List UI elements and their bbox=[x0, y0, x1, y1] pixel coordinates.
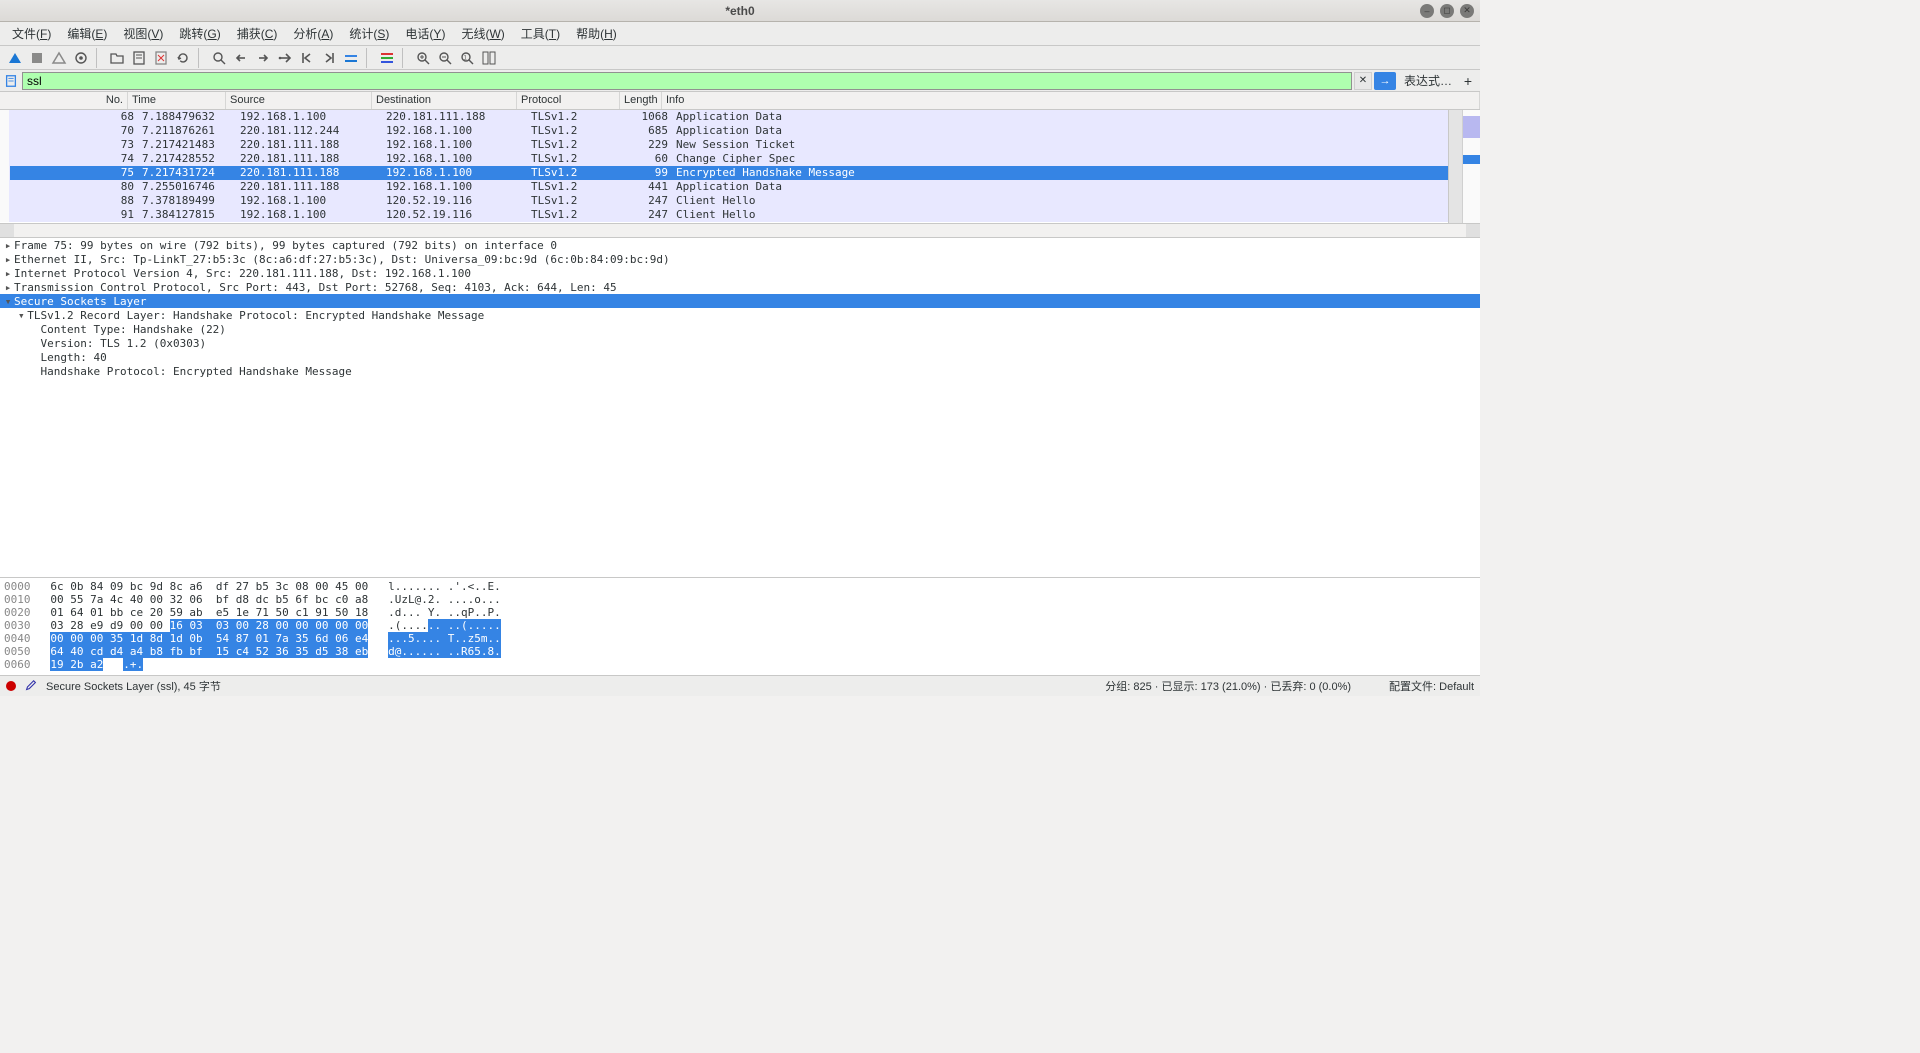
bytes-row[interactable]: 0010 00 55 7a 4c 40 00 32 06 bf d8 dc b5… bbox=[4, 593, 1476, 606]
status-profile[interactable]: 配置文件: Default bbox=[1389, 678, 1474, 694]
bytes-row[interactable]: 0060 19 2b a2 .+. bbox=[4, 658, 1476, 671]
clear-filter-button[interactable]: ✕ bbox=[1354, 72, 1372, 90]
menu-item[interactable]: 跳转(G) bbox=[171, 22, 228, 45]
restart-capture-button[interactable] bbox=[48, 48, 70, 68]
detail-tree-row[interactable]: Version: TLS 1.2 (0x0303) bbox=[0, 336, 1480, 350]
menu-item[interactable]: 工具(T) bbox=[513, 22, 568, 45]
menu-item[interactable]: 无线(W) bbox=[453, 22, 512, 45]
column-header[interactable]: Protocol bbox=[517, 92, 620, 109]
bytes-row[interactable]: 0030 03 28 e9 d9 00 00 16 03 03 00 28 00… bbox=[4, 619, 1476, 632]
open-file-button[interactable] bbox=[106, 48, 128, 68]
maximize-button[interactable]: ◻ bbox=[1440, 4, 1454, 18]
go-last-button[interactable] bbox=[318, 48, 340, 68]
display-filter-input[interactable] bbox=[22, 72, 1352, 90]
packet-list-vscroll[interactable] bbox=[1448, 110, 1480, 223]
packet-bytes-pane[interactable]: 0000 6c 0b 84 09 bc 9d 8c a6 df 27 b5 3c… bbox=[0, 578, 1480, 676]
status-field-info: Secure Sockets Layer (ssl), 45 字节 bbox=[46, 678, 221, 694]
main-toolbar: 1 bbox=[0, 46, 1480, 70]
menu-item[interactable]: 电话(Y) bbox=[397, 22, 453, 45]
packet-list-hscroll[interactable] bbox=[0, 223, 1480, 237]
status-bar: Secure Sockets Layer (ssl), 45 字节 分组: 82… bbox=[0, 676, 1480, 696]
go-to-packet-button[interactable] bbox=[274, 48, 296, 68]
reload-button[interactable] bbox=[172, 48, 194, 68]
resize-columns-button[interactable] bbox=[478, 48, 500, 68]
column-header[interactable]: Destination bbox=[372, 92, 517, 109]
auto-scroll-button[interactable] bbox=[340, 48, 362, 68]
menu-item[interactable]: 捕获(C) bbox=[229, 22, 286, 45]
packet-row[interactable]: 707.211876261220.181.112.244192.168.1.10… bbox=[0, 124, 1480, 138]
detail-tree-row[interactable]: Content Type: Handshake (22) bbox=[0, 322, 1480, 336]
filter-bar: ✕ → 表达式… + bbox=[0, 70, 1480, 92]
zoom-out-button[interactable] bbox=[434, 48, 456, 68]
titlebar: *eth0 ‒ ◻ ✕ bbox=[0, 0, 1480, 22]
add-filter-button[interactable]: + bbox=[1460, 72, 1476, 90]
save-file-button[interactable] bbox=[128, 48, 150, 68]
menu-item[interactable]: 视图(V) bbox=[115, 22, 171, 45]
packet-details-pane[interactable]: ▸Frame 75: 99 bytes on wire (792 bits), … bbox=[0, 238, 1480, 578]
find-packet-button[interactable] bbox=[208, 48, 230, 68]
colorize-button[interactable] bbox=[376, 48, 398, 68]
column-header[interactable]: Length bbox=[620, 92, 662, 109]
menu-item[interactable]: 分析(A) bbox=[285, 22, 341, 45]
close-file-button[interactable] bbox=[150, 48, 172, 68]
capture-options-button[interactable] bbox=[70, 48, 92, 68]
packet-row[interactable]: 687.188479632192.168.1.100220.181.111.18… bbox=[0, 110, 1480, 124]
status-packet-counts: 分组: 825 · 已显示: 173 (21.0%) · 已丢弃: 0 (0.0… bbox=[1105, 678, 1351, 694]
go-back-button[interactable] bbox=[230, 48, 252, 68]
detail-tree-row[interactable]: Length: 40 bbox=[0, 350, 1480, 364]
detail-tree-row[interactable]: Handshake Protocol: Encrypted Handshake … bbox=[0, 364, 1480, 378]
menu-item[interactable]: 编辑(E) bbox=[59, 22, 115, 45]
detail-tree-row[interactable]: ▸Transmission Control Protocol, Src Port… bbox=[0, 280, 1480, 294]
packet-list-header[interactable]: No.TimeSourceDestinationProtocolLengthIn… bbox=[0, 92, 1480, 110]
go-first-button[interactable] bbox=[296, 48, 318, 68]
bytes-row[interactable]: 0020 01 64 01 bb ce 20 59 ab e5 1e 71 50… bbox=[4, 606, 1476, 619]
expert-info-button[interactable] bbox=[6, 681, 16, 691]
zoom-in-button[interactable] bbox=[412, 48, 434, 68]
go-forward-button[interactable] bbox=[252, 48, 274, 68]
packet-list-pane[interactable]: No.TimeSourceDestinationProtocolLengthIn… bbox=[0, 92, 1480, 238]
detail-tree-row[interactable]: ▾Secure Sockets Layer bbox=[0, 294, 1480, 308]
close-button[interactable]: ✕ bbox=[1460, 4, 1474, 18]
menu-item[interactable]: 文件(F) bbox=[4, 22, 59, 45]
apply-filter-button[interactable]: → bbox=[1374, 72, 1396, 90]
column-header[interactable]: Source bbox=[226, 92, 372, 109]
packet-row[interactable]: 917.384127815192.168.1.100120.52.19.116T… bbox=[0, 208, 1480, 222]
start-capture-button[interactable] bbox=[4, 48, 26, 68]
packet-row[interactable]: 757.217431724220.181.111.188192.168.1.10… bbox=[0, 166, 1480, 180]
menu-item[interactable]: 帮助(H) bbox=[568, 22, 625, 45]
packet-row[interactable]: 807.255016746220.181.111.188192.168.1.10… bbox=[0, 180, 1480, 194]
detail-tree-row[interactable]: ▸Frame 75: 99 bytes on wire (792 bits), … bbox=[0, 238, 1480, 252]
packet-row[interactable]: 747.217428552220.181.111.188192.168.1.10… bbox=[0, 152, 1480, 166]
packet-row[interactable]: 887.378189499192.168.1.100120.52.19.116T… bbox=[0, 194, 1480, 208]
minimize-button[interactable]: ‒ bbox=[1420, 4, 1434, 18]
menu-bar: 文件(F)编辑(E)视图(V)跳转(G)捕获(C)分析(A)统计(S)电话(Y)… bbox=[0, 22, 1480, 46]
stop-capture-button[interactable] bbox=[26, 48, 48, 68]
detail-tree-row[interactable]: ▾TLSv1.2 Record Layer: Handshake Protoco… bbox=[0, 308, 1480, 322]
column-header[interactable]: Time bbox=[128, 92, 226, 109]
bytes-row[interactable]: 0050 64 40 cd d4 a4 b8 fb bf 15 c4 52 36… bbox=[4, 645, 1476, 658]
filter-icon bbox=[4, 74, 18, 88]
menu-item[interactable]: 统计(S) bbox=[341, 22, 397, 45]
bytes-row[interactable]: 0040 00 00 00 35 1d 8d 1d 0b 54 87 01 7a… bbox=[4, 632, 1476, 645]
detail-tree-row[interactable]: ▸Internet Protocol Version 4, Src: 220.1… bbox=[0, 266, 1480, 280]
column-header[interactable]: Info bbox=[662, 92, 1480, 109]
edit-icon[interactable] bbox=[24, 679, 38, 693]
bytes-row[interactable]: 0000 6c 0b 84 09 bc 9d 8c a6 df 27 b5 3c… bbox=[4, 580, 1476, 593]
column-header[interactable]: No. bbox=[0, 92, 128, 109]
packet-row[interactable]: 737.217421483220.181.111.188192.168.1.10… bbox=[0, 138, 1480, 152]
detail-tree-row[interactable]: ▸Ethernet II, Src: Tp-LinkT_27:b5:3c (8c… bbox=[0, 252, 1480, 266]
window-title: *eth0 bbox=[725, 4, 754, 18]
zoom-reset-button[interactable]: 1 bbox=[456, 48, 478, 68]
filter-expression-button[interactable]: 表达式… bbox=[1398, 72, 1458, 89]
